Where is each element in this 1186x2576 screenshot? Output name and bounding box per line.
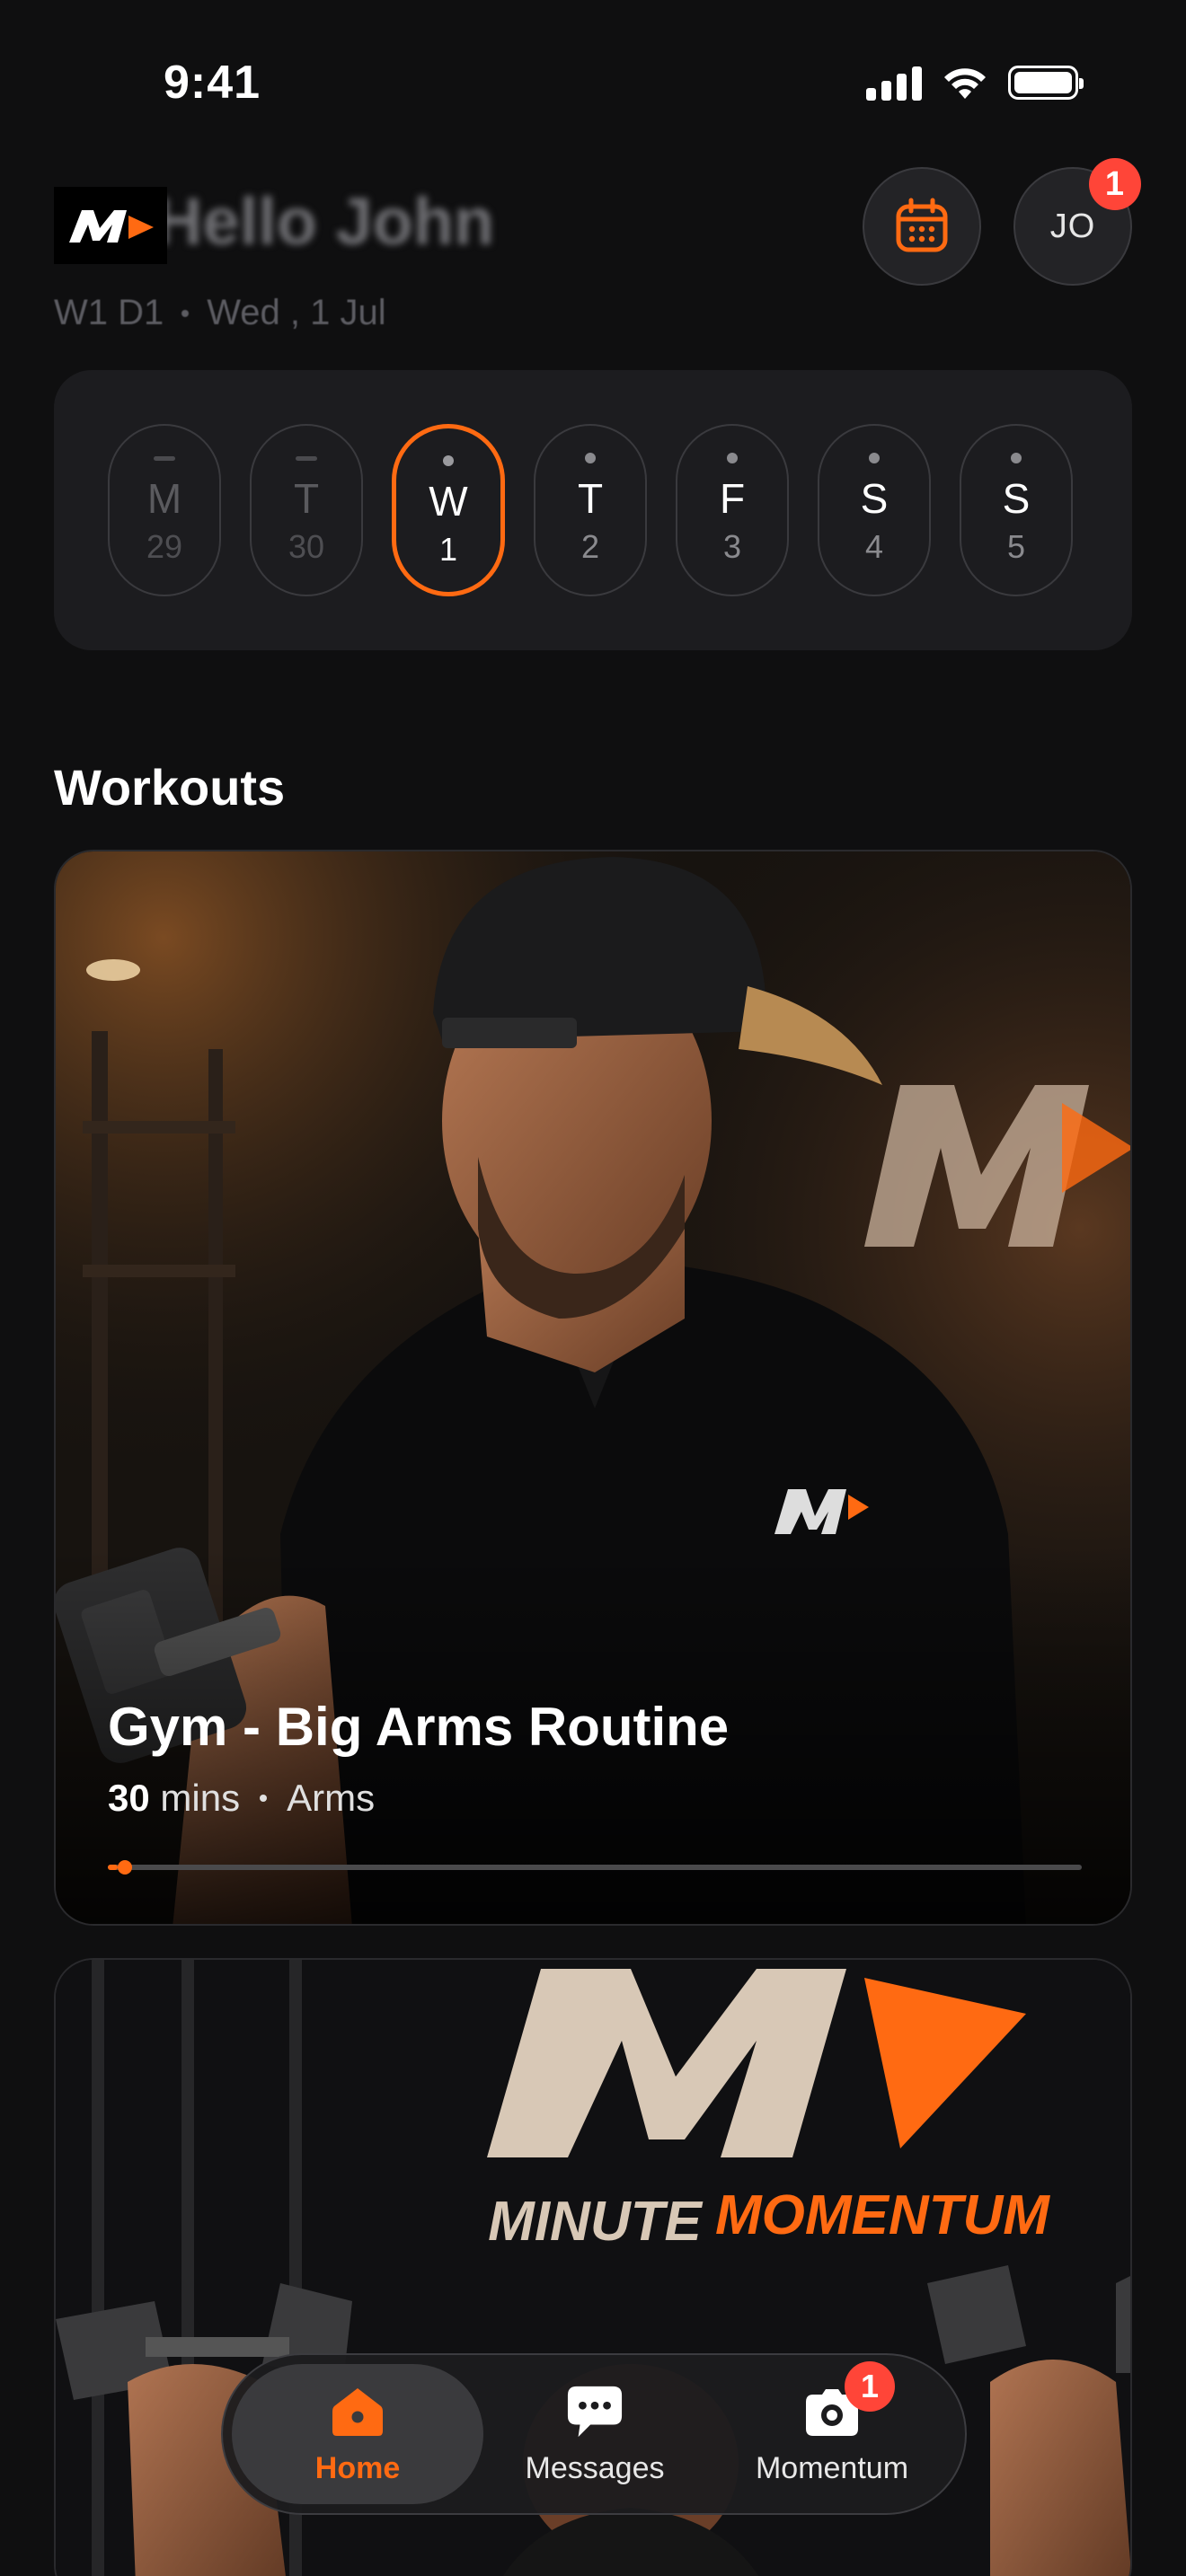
tab-home-label: Home bbox=[314, 2450, 401, 2485]
tab-momentum-label: Momentum bbox=[755, 2450, 909, 2485]
calendar-icon bbox=[896, 198, 948, 252]
separator-dot bbox=[260, 1795, 268, 1802]
tab-messages-label: Messages bbox=[525, 2450, 665, 2485]
workout-progress-bar bbox=[108, 1860, 1082, 1875]
avatar-initials: JO bbox=[1049, 207, 1096, 245]
cellular-signal-icon bbox=[866, 65, 922, 101]
status-time: 9:41 bbox=[164, 57, 261, 109]
day-pill-tue[interactable]: T 30 bbox=[250, 424, 363, 596]
logo-text-minute: MINUTE bbox=[488, 2191, 703, 2253]
workout-progress-fill bbox=[108, 1865, 118, 1870]
separator-dot bbox=[181, 309, 190, 317]
day-pill-wed-selected[interactable]: W 1 bbox=[392, 424, 505, 596]
plan-code: W1 D1 bbox=[54, 293, 164, 332]
app-logo bbox=[54, 187, 167, 264]
day-pill-sun[interactable]: S 5 bbox=[960, 424, 1073, 596]
status-icons bbox=[866, 65, 1084, 101]
tab-messages[interactable]: Messages bbox=[469, 2364, 721, 2504]
workout-card[interactable]: Gym - Big Arms Routine 30 mins Arms bbox=[54, 850, 1132, 1926]
workout-title: Gym - Big Arms Routine bbox=[108, 1697, 730, 1757]
chat-bubble-icon bbox=[566, 2383, 624, 2440]
workout-duration: 30 mins bbox=[108, 1777, 241, 1819]
wifi-icon bbox=[944, 68, 986, 99]
greeting-text: Hello John bbox=[155, 184, 495, 259]
day-pill-thu[interactable]: T 2 bbox=[534, 424, 647, 596]
day-pill-mon[interactable]: M 29 bbox=[108, 424, 221, 596]
date-subline: W1 D1 Wed , 1 Jul bbox=[54, 293, 386, 333]
calendar-button[interactable] bbox=[863, 167, 981, 286]
week-day-selector: M 29 T 30 W 1 T 2 F 3 S 4 S 5 bbox=[54, 370, 1132, 650]
workouts-section-title: Workouts bbox=[54, 759, 286, 816]
notification-badge: 1 bbox=[1089, 158, 1141, 210]
current-date: Wed , 1 Jul bbox=[207, 293, 386, 332]
tab-home[interactable]: Home bbox=[232, 2364, 483, 2504]
logo-mark-icon bbox=[69, 210, 154, 243]
workout-meta: 30 mins Arms bbox=[108, 1777, 375, 1820]
logo-text-momentum: MOMENTUM bbox=[715, 2184, 1050, 2246]
workout-progress-knob bbox=[117, 1860, 132, 1875]
bottom-tab-bar: Home Messages 1 Momentum bbox=[221, 2353, 967, 2515]
home-icon bbox=[329, 2383, 386, 2440]
camera-icon: 1 bbox=[803, 2360, 895, 2440]
momentum-notification-badge: 1 bbox=[845, 2360, 895, 2412]
day-pill-fri[interactable]: F 3 bbox=[676, 424, 789, 596]
battery-icon bbox=[1008, 66, 1084, 100]
tab-momentum[interactable]: 1 Momentum bbox=[706, 2360, 958, 2504]
day-pill-sat[interactable]: S 4 bbox=[818, 424, 931, 596]
workout-category: Arms bbox=[287, 1777, 376, 1819]
profile-avatar-button[interactable]: JO 1 bbox=[1013, 158, 1141, 286]
status-bar: 9:41 bbox=[0, 0, 1186, 171]
